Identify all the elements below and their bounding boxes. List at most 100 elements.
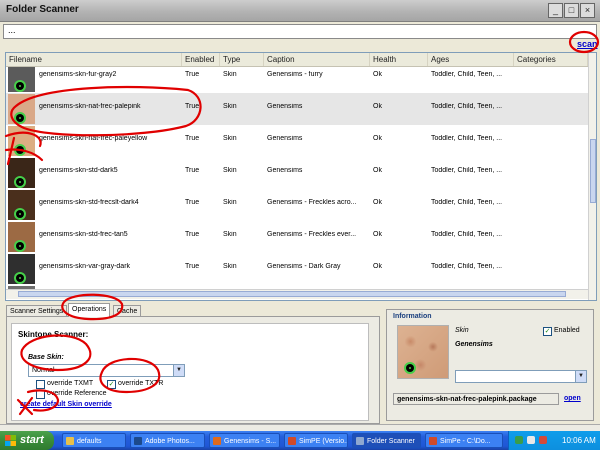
window-title: Folder Scanner (6, 4, 79, 15)
taskbar-item[interactable]: Genensims - S... (209, 433, 280, 448)
maximize-button[interactable]: □ (564, 3, 579, 18)
cell-filename: genensims-skn-var-gray-dark (39, 263, 131, 270)
information-heading: Information (393, 313, 432, 320)
taskbar-item[interactable]: Adobe Photos... (130, 433, 205, 448)
package-name-field: genensims-skn-nat-frec-palepink.package (393, 393, 559, 405)
chevron-down-icon[interactable]: ▼ (575, 371, 586, 382)
table-row[interactable]: genensims-skn-std-dark5 True Skin Genensims… (6, 157, 588, 189)
app-icon (134, 437, 142, 445)
cell-caption: Genensims - furry (267, 71, 323, 78)
taskbar-item-label: Folder Scanner (367, 438, 415, 445)
volume-icon[interactable] (527, 436, 535, 444)
cell-filename: genensims-skn-nat-frec-palepink (39, 103, 141, 110)
cell-type: Skin (223, 263, 237, 270)
cell-type: Skin (223, 231, 237, 238)
taskbar-item[interactable]: SimPe - C:\Do... (425, 433, 503, 448)
folder-path-value: ... (8, 25, 16, 35)
base-skin-value: Normal (32, 367, 55, 374)
cell-enabled: True (185, 263, 200, 270)
app-icon (356, 437, 364, 445)
start-label: start (20, 434, 44, 446)
radiation-icon (16, 178, 24, 186)
cell-ages: Toddler, Child, Teen, ... (431, 135, 503, 142)
column-ages[interactable]: Ages (428, 53, 514, 66)
column-categories[interactable]: Categories (514, 53, 588, 66)
cell-filename: genensims-skn-fur-gray2 (39, 71, 117, 78)
cell-type: Skin (223, 199, 237, 206)
cell-enabled: True (185, 103, 200, 110)
info-dropdown[interactable]: ▼ (455, 370, 587, 383)
vertical-scrollbar[interactable] (588, 53, 596, 300)
taskbar-item[interactable]: SimPE (Versio... (284, 433, 348, 448)
override-txtr-checkbox[interactable]: ✓ (107, 380, 116, 389)
cell-ages: Toddler, Child, Teen, ... (431, 199, 503, 206)
table-row[interactable]: genensims-skn-std-frecslt-dark4 True Skin G… (6, 189, 588, 221)
file-list[interactable]: Filename Enabled Type Caption Health Age… (5, 52, 597, 301)
taskbar-item[interactable]: Folder Scanner (352, 433, 421, 448)
override-reference-checkbox[interactable] (36, 390, 45, 399)
taskbar-item-label: SimPE (Versio... (299, 438, 348, 445)
table-row[interactable]: genensims-skn-nat-frec-palepink True Skin G… (6, 93, 588, 125)
cell-caption: Genensims (267, 103, 303, 110)
override-txtr-label: override TXTR (118, 380, 164, 387)
open-link[interactable]: open (564, 395, 581, 402)
radiation-icon (16, 242, 24, 250)
cell-health: Ok (373, 135, 382, 142)
base-skin-select[interactable]: Normal ▼ (28, 364, 185, 377)
cell-filename: genensims-skn-nat-frec-paleyellow (39, 135, 148, 142)
cell-caption: Genensims (267, 135, 303, 142)
info-type: Skin (455, 327, 469, 334)
radiation-icon (16, 114, 24, 122)
taskbar-item-label: Adobe Photos... (145, 438, 195, 445)
enabled-label: Enabled (554, 327, 580, 334)
cell-health: Ok (373, 103, 382, 110)
create-default-skin-override-link[interactable]: create default Skin override (20, 401, 112, 408)
cell-type: Skin (223, 103, 237, 110)
horizontal-scrollbar[interactable] (6, 289, 588, 299)
column-caption[interactable]: Caption (264, 53, 370, 66)
skin-thumbnail (8, 158, 35, 188)
column-health[interactable]: Health (370, 53, 428, 66)
table-row[interactable]: genensims-skn-std-frec-tan5 True Skin Genen… (6, 221, 588, 253)
cell-enabled: True (185, 135, 200, 142)
clock: 10:06 AM (562, 436, 596, 445)
column-enabled[interactable]: Enabled (182, 53, 220, 66)
tab-operations[interactable]: Operations (68, 303, 111, 317)
information-panel: Information Skin Genensims ✓ Enabled ▼ g… (386, 309, 594, 421)
override-txmt-checkbox[interactable] (36, 380, 45, 389)
minimize-button[interactable]: _ (548, 3, 563, 18)
info-caption: Genensims (455, 341, 493, 348)
taskbar-item-label: Genensims - S... (224, 438, 277, 445)
override-reference-label: override Reference (47, 390, 107, 397)
taskbar-item[interactable]: defaults (62, 433, 126, 448)
operations-panel: Skintone Scanner: Base Skin: Normal ▼ ov… (6, 316, 380, 424)
security-icon[interactable] (539, 436, 547, 444)
column-filename[interactable]: Filename (6, 53, 182, 66)
enabled-checkbox[interactable]: ✓ (543, 327, 552, 336)
table-row[interactable]: genensims-skn-nat-frec-paleyellow True Ski… (6, 125, 588, 157)
cell-ages: Toddler, Child, Teen, ... (431, 103, 503, 110)
close-button[interactable]: × (580, 3, 595, 18)
chevron-down-icon[interactable]: ▼ (173, 365, 184, 376)
column-type[interactable]: Type (220, 53, 264, 66)
radiation-icon (16, 82, 24, 90)
cell-ages: Toddler, Child, Teen, ... (431, 231, 503, 238)
network-icon[interactable] (515, 436, 523, 444)
cell-caption: Genensims - Freckles acro... (267, 199, 357, 206)
vertical-scroll-thumb[interactable] (590, 139, 596, 203)
radiation-icon (16, 274, 24, 282)
start-button[interactable]: start (0, 431, 54, 450)
cell-health: Ok (373, 167, 382, 174)
cell-enabled: True (185, 231, 200, 238)
table-row[interactable]: genensims-skn-var-gray-dark True Skin Genen… (6, 253, 588, 285)
cell-enabled: True (185, 199, 200, 206)
table-row[interactable]: genensims-skn-fur-gray2 True Skin Genensims… (6, 67, 588, 93)
scan-link[interactable]: scan (577, 39, 598, 49)
folder-path-field[interactable]: ... (3, 24, 597, 39)
skin-preview-image (397, 325, 449, 379)
skin-thumbnail (8, 254, 35, 284)
title-bar[interactable]: Folder Scanner _ □ × (0, 0, 600, 22)
horizontal-scroll-thumb[interactable] (18, 291, 566, 297)
app-icon (213, 437, 221, 445)
cell-caption: Genensims - Freckles ever... (267, 231, 357, 238)
